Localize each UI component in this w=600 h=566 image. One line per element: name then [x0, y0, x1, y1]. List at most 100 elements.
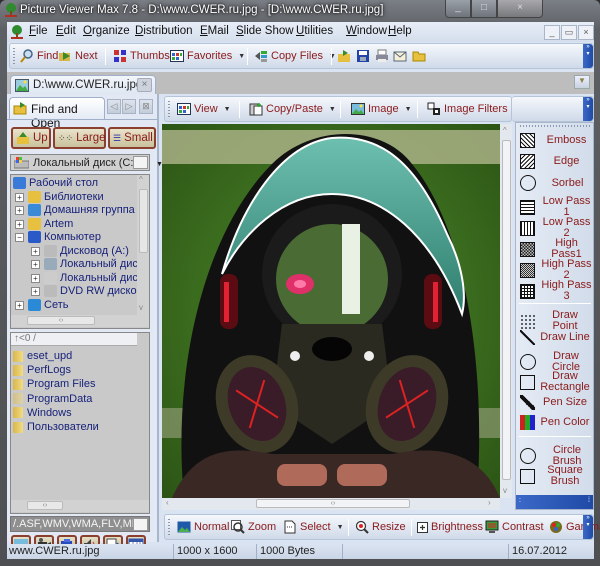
tool-pen-size[interactable]: Pen Size — [520, 395, 591, 410]
close-button[interactable]: × — [497, 0, 543, 18]
scroll-thumb[interactable] — [139, 189, 148, 253]
scroll-up-icon[interactable]: ^ — [139, 175, 143, 184]
file-list-item[interactable]: Program Files — [13, 378, 95, 390]
brightness-button[interactable]: Brightness — [417, 518, 483, 536]
scroll-down-icon[interactable]: v — [139, 303, 143, 312]
scroll-thumb[interactable]: ‹› — [256, 499, 410, 508]
title-bar[interactable]: Picture Viewer Max 7.8 - D:\www.CWER.ru.… — [0, 0, 600, 22]
file-list-item[interactable]: PerfLogs — [13, 364, 71, 376]
tool-edge[interactable]: Edge — [520, 154, 594, 169]
scroll-up-icon[interactable]: ^ — [503, 126, 507, 135]
contrast-button[interactable]: Contrast — [485, 518, 544, 536]
tree-expander[interactable]: + — [15, 206, 24, 215]
close-tab-button[interactable]: × — [137, 78, 152, 92]
print-icon[interactable] — [375, 49, 389, 63]
panel-overflow-button[interactable]: : ⁞ — [516, 495, 593, 509]
toolbar-grip[interactable] — [13, 48, 15, 65]
tree-expander[interactable]: − — [15, 233, 24, 242]
tool-draw-line[interactable]: Draw Line — [520, 330, 591, 345]
file-list-item[interactable]: eset_upd — [13, 350, 72, 362]
scroll-down-icon[interactable]: v — [503, 486, 507, 495]
menu-utilities[interactable]: Utilities — [296, 25, 333, 37]
tree-item[interactable]: Компьютер — [44, 231, 101, 243]
scroll-right-icon[interactable]: › — [488, 498, 491, 507]
tree-item[interactable]: Дисковод (A:) — [60, 245, 129, 257]
menu-slide-show[interactable]: Slide Show — [236, 25, 294, 37]
tree-item[interactable]: Сеть — [44, 299, 68, 311]
view-button[interactable]: View ▼ — [177, 100, 231, 118]
tree-expander[interactable]: + — [31, 287, 40, 296]
drive-select[interactable]: Локальный диск (C:) ▼ — [10, 154, 163, 171]
menu-edit[interactable]: Edit — [56, 25, 76, 37]
menu-window[interactable]: Window — [346, 25, 387, 37]
scroll-thumb[interactable]: ‹› — [27, 501, 63, 510]
file-list-item[interactable]: ProgramData — [13, 393, 92, 405]
tool-high-pass1[interactable]: High Pass1 — [520, 238, 594, 260]
tool-sorbel[interactable]: Sorbel — [520, 175, 595, 191]
tree-item[interactable]: Локальный дис — [60, 272, 138, 284]
mdi-close-button[interactable]: × — [578, 25, 594, 40]
file-type-filter[interactable]: /.ASF,WMV,WMA,FLV,MP4 ▼ — [10, 516, 150, 532]
copy-files-button[interactable]: Copy Files ▼ — [254, 47, 336, 65]
tree-expander[interactable]: + — [15, 192, 24, 202]
next-button[interactable]: Next — [58, 47, 98, 65]
document-list-button[interactable]: ▼ — [574, 75, 590, 89]
image-horizontal-scrollbar[interactable]: ‹ ‹› › — [162, 498, 500, 510]
resize-button[interactable]: Resize — [355, 518, 406, 536]
open-icon[interactable] — [337, 49, 351, 63]
zoom-button[interactable]: Zoom — [231, 518, 276, 536]
folder-icon[interactable] — [412, 49, 426, 63]
image-canvas[interactable] — [162, 124, 500, 498]
maximize-button[interactable]: □ — [471, 0, 497, 18]
toolbar-overflow-button[interactable]: » ▾ — [583, 97, 593, 121]
tree-item[interactable]: Библиотеки — [44, 191, 104, 203]
toolbar-grip[interactable] — [168, 519, 170, 536]
scroll-thumb[interactable] — [502, 140, 511, 480]
tool-square-brush[interactable]: Square Brush — [520, 465, 591, 487]
mdi-minimize-button[interactable]: _ — [544, 25, 560, 40]
tree-expander[interactable]: + — [31, 273, 40, 283]
copy-paste-button[interactable]: Copy/Paste ▼ — [249, 100, 336, 118]
drive-dropdown-button[interactable]: ▼ — [133, 156, 163, 169]
tool-low-pass-1[interactable]: Low Pass 1 — [520, 196, 594, 218]
toolbar-overflow-button[interactable]: » ▾ — [583, 44, 593, 68]
select-button[interactable]: Select ▼ — [283, 518, 344, 536]
thumbs-button[interactable]: Thumbs — [113, 47, 170, 65]
mdi-restore-button[interactable]: ▭ — [561, 25, 577, 40]
normal-button[interactable]: Normal — [177, 518, 229, 536]
tree-item[interactable]: DVD RW дисков — [60, 285, 142, 297]
panel-grip[interactable] — [520, 125, 590, 127]
panel-forward-button[interactable]: ▷ — [122, 99, 136, 114]
minimize-button[interactable]: _ — [445, 0, 471, 18]
tree-expander[interactable]: + — [31, 260, 40, 269]
tree-horizontal-scrollbar[interactable]: ‹› — [11, 315, 149, 327]
email-icon[interactable] — [393, 49, 407, 63]
tree-expander[interactable]: + — [15, 300, 24, 310]
tree-vertical-scrollbar[interactable]: ^ v — [137, 175, 149, 315]
toolbar-overflow-button[interactable]: » ▾ — [583, 515, 593, 539]
panel-close-button[interactable]: ⊠ — [139, 99, 153, 114]
menu-organize[interactable]: Organize — [83, 25, 130, 37]
scroll-thumb[interactable]: ‹› — [27, 316, 95, 325]
files-horizontal-scrollbar[interactable]: ‹› — [11, 500, 149, 512]
file-list-header[interactable]: ↑<0 / — [11, 333, 137, 346]
tree-item[interactable]: Рабочий стол — [29, 177, 98, 189]
small-icons-button[interactable]: ☰ Small — [108, 127, 156, 149]
tree-item[interactable]: Локальный дис — [60, 258, 138, 270]
tool-low-pass-2[interactable]: Low Pass 2 — [520, 217, 594, 239]
menu-help[interactable]: Help — [388, 25, 412, 37]
up-button[interactable]: Up — [11, 127, 51, 149]
tree-item[interactable]: Artem — [44, 218, 73, 230]
toolbar-grip[interactable] — [168, 101, 170, 118]
image-vertical-scrollbar[interactable]: ^ v — [500, 124, 512, 498]
panel-back-button[interactable]: ◁ — [107, 99, 121, 114]
tool-emboss[interactable]: Emboss — [520, 133, 594, 148]
tool-high-pass-3[interactable]: High Pass 3 — [520, 280, 594, 302]
file-list-item[interactable]: Пользователи — [13, 421, 99, 433]
favorites-button[interactable]: Favorites ▼ — [170, 47, 245, 65]
menu-email[interactable]: EMail — [200, 25, 229, 37]
scroll-left-icon[interactable]: ‹ — [166, 498, 169, 507]
tool-pen-color[interactable]: Pen Color — [520, 415, 591, 430]
menu-file[interactable]: File — [29, 25, 48, 37]
tab-find-and-open[interactable]: Find and Open — [9, 97, 105, 130]
